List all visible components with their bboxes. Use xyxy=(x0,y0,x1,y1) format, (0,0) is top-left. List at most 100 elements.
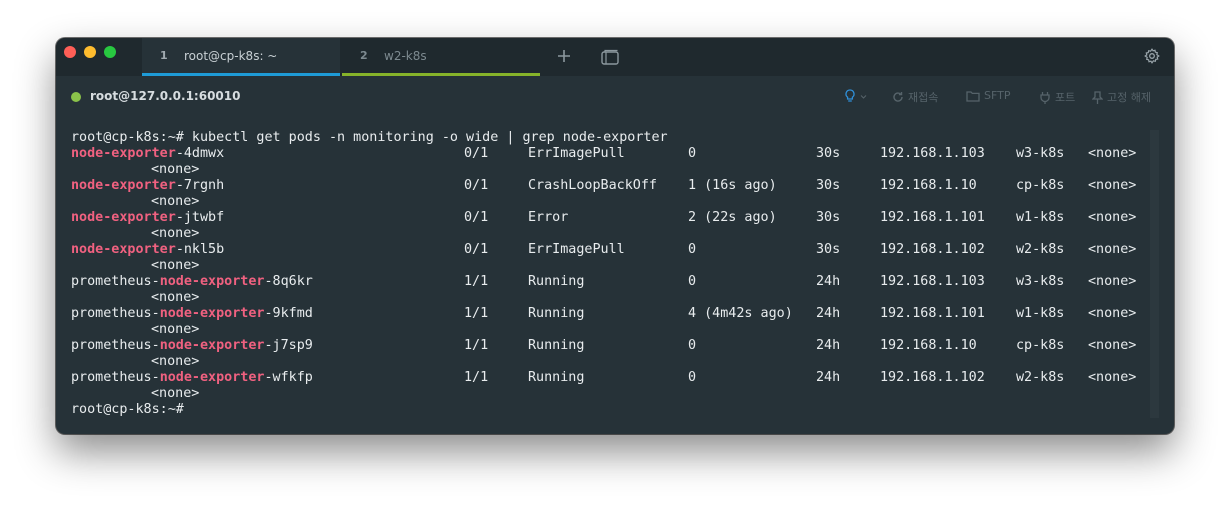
pod-nominated: <none> xyxy=(1088,370,1137,385)
folder-icon xyxy=(966,90,980,102)
plus-icon xyxy=(558,50,570,62)
grep-match: node-exporter xyxy=(159,274,265,289)
tab-1[interactable]: 1 root@cp-k8s: ~ xyxy=(142,38,340,76)
tab-index: 2 xyxy=(360,49,368,62)
pod-status: Error xyxy=(528,210,569,225)
plug-icon xyxy=(1040,91,1050,104)
prompt-line: root@cp-k8s:~# xyxy=(71,402,184,417)
pod-name-prefix: prometheus- xyxy=(71,274,160,289)
session-label: root@127.0.0.1:60010 xyxy=(90,89,241,103)
pod-name-suffix: -9kfmd xyxy=(264,306,313,321)
pod-ip: 192.168.1.102 xyxy=(880,370,985,385)
connection-status-dot xyxy=(71,92,81,102)
pod-name-suffix: -8q6kr xyxy=(264,274,313,289)
pod-status: CrashLoopBackOff xyxy=(528,178,657,193)
pod-age: 30s xyxy=(816,146,841,161)
sftp-button[interactable]: SFTP xyxy=(966,89,1010,102)
pod-ip: 192.168.1.103 xyxy=(880,274,985,289)
pod-status: Running xyxy=(528,338,585,353)
snippets-button[interactable] xyxy=(844,89,871,103)
pod-ready: 0/1 xyxy=(464,146,489,161)
pod-ip: 192.168.1.103 xyxy=(880,146,985,161)
pod-restarts: 0 xyxy=(688,242,697,257)
pod-nominated: <none> xyxy=(1088,338,1137,353)
pod-nominated: <none> xyxy=(1088,146,1137,161)
pod-readiness-gates: <none> xyxy=(151,290,200,305)
tab-overview-button[interactable] xyxy=(601,49,619,69)
grep-match: node-exporter xyxy=(71,178,176,193)
pod-nominated: <none> xyxy=(1088,210,1137,225)
pod-ip: 192.168.1.101 xyxy=(880,306,985,321)
pod-restarts: 4 (4m42s ago) xyxy=(688,306,793,321)
pod-node: cp-k8s xyxy=(1016,178,1065,193)
pod-name: node-exporter-4dmwx xyxy=(71,146,224,161)
port-label: 포트 xyxy=(1055,91,1076,104)
tab-label: w2-k8s xyxy=(384,48,427,63)
pod-ready: 0/1 xyxy=(464,210,489,225)
session-bar: root@127.0.0.1:60010 재접속 SFTP 포트 고정 해제 xyxy=(56,76,1174,118)
pod-name-suffix: -j7sp9 xyxy=(264,338,313,353)
pod-row: prometheus-node-exporter-9kfmd 1/1 Running… xyxy=(71,306,1136,322)
pod-ready: 0/1 xyxy=(464,178,489,193)
title-bar: 1 root@cp-k8s: ~ 2 w2-k8s xyxy=(56,38,1174,76)
new-tab-button[interactable] xyxy=(554,46,574,66)
scrollbar[interactable] xyxy=(1150,130,1159,418)
pod-restarts: 0 xyxy=(688,370,697,385)
close-window-button[interactable] xyxy=(64,46,76,58)
port-forward-button[interactable]: 포트 xyxy=(1039,89,1075,105)
pod-name-suffix: -nkl5b xyxy=(175,242,225,257)
terminal-window: 1 root@cp-k8s: ~ 2 w2-k8s root@127.0.0.1… xyxy=(56,38,1174,434)
pod-name: prometheus-node-exporter-8q6kr xyxy=(71,274,313,289)
pod-ip: 192.168.1.102 xyxy=(880,242,985,257)
pod-restarts: 2 (22s ago) xyxy=(688,210,777,225)
pod-node: w2-k8s xyxy=(1016,370,1065,385)
pod-readiness-gates: <none> xyxy=(151,258,200,273)
pod-readiness-gates: <none> xyxy=(151,386,200,401)
pod-ready: 1/1 xyxy=(464,306,489,321)
pod-name: node-exporter-nkl5b xyxy=(71,242,224,257)
pod-ip: 192.168.1.101 xyxy=(880,210,985,225)
pod-name: prometheus-node-exporter-wfkfp xyxy=(71,370,313,385)
grep-match: node-exporter xyxy=(71,242,176,257)
pod-row: prometheus-node-exporter-j7sp9 1/1 Running… xyxy=(71,338,1136,354)
pod-nominated: <none> xyxy=(1088,306,1137,321)
windows-icon xyxy=(601,49,619,65)
grep-match: node-exporter xyxy=(159,306,265,321)
pod-status: Running xyxy=(528,274,585,289)
minimize-window-button[interactable] xyxy=(84,46,96,58)
pin-icon xyxy=(1092,90,1103,104)
grep-match: node-exporter xyxy=(71,146,176,161)
pod-readiness-gates: <none> xyxy=(151,354,200,369)
pod-node: cp-k8s xyxy=(1016,338,1065,353)
pod-age: 24h xyxy=(816,370,841,385)
command-line: root@cp-k8s:~# kubectl get pods -n monit… xyxy=(71,130,668,145)
settings-button[interactable] xyxy=(1144,48,1160,68)
pod-row: prometheus-node-exporter-8q6kr 1/1 Running… xyxy=(71,274,1136,290)
maximize-window-button[interactable] xyxy=(104,46,116,58)
pod-row: prometheus-node-exporter-wfkfp 1/1 Running… xyxy=(71,370,1136,386)
pod-ip: 192.168.1.10 xyxy=(880,338,977,353)
tab-label: root@cp-k8s: ~ xyxy=(184,48,278,63)
pod-ready: 1/1 xyxy=(464,338,489,353)
tab-2[interactable]: 2 w2-k8s xyxy=(342,38,540,76)
grep-match: node-exporter xyxy=(159,370,265,385)
pod-restarts: 0 xyxy=(688,338,697,353)
pod-name-suffix: -wfkfp xyxy=(264,370,313,385)
sftp-label: SFTP xyxy=(984,89,1011,102)
pod-readiness-gates: <none> xyxy=(151,162,200,177)
pod-name-prefix: prometheus- xyxy=(71,306,160,321)
pod-readiness-gates: <none> xyxy=(151,322,200,337)
pod-row: node-exporter-7rgnh 0/1 CrashLoopBackOff 1 … xyxy=(71,178,1136,194)
pod-age: 24h xyxy=(816,306,841,321)
pod-readiness-gates: <none> xyxy=(151,194,200,209)
pod-age: 24h xyxy=(816,274,841,289)
unpin-button[interactable]: 고정 해제 xyxy=(1092,89,1151,105)
pod-status: Running xyxy=(528,306,585,321)
pod-name: prometheus-node-exporter-9kfmd xyxy=(71,306,313,321)
lightbulb-icon xyxy=(845,89,855,102)
pod-ready: 0/1 xyxy=(464,242,489,257)
pod-node: w2-k8s xyxy=(1016,242,1065,257)
reconnect-button[interactable]: 재접속 xyxy=(892,89,938,105)
pod-restarts: 0 xyxy=(688,146,697,161)
terminal-output[interactable]: root@cp-k8s:~# kubectl get pods -n monit… xyxy=(56,118,1150,434)
